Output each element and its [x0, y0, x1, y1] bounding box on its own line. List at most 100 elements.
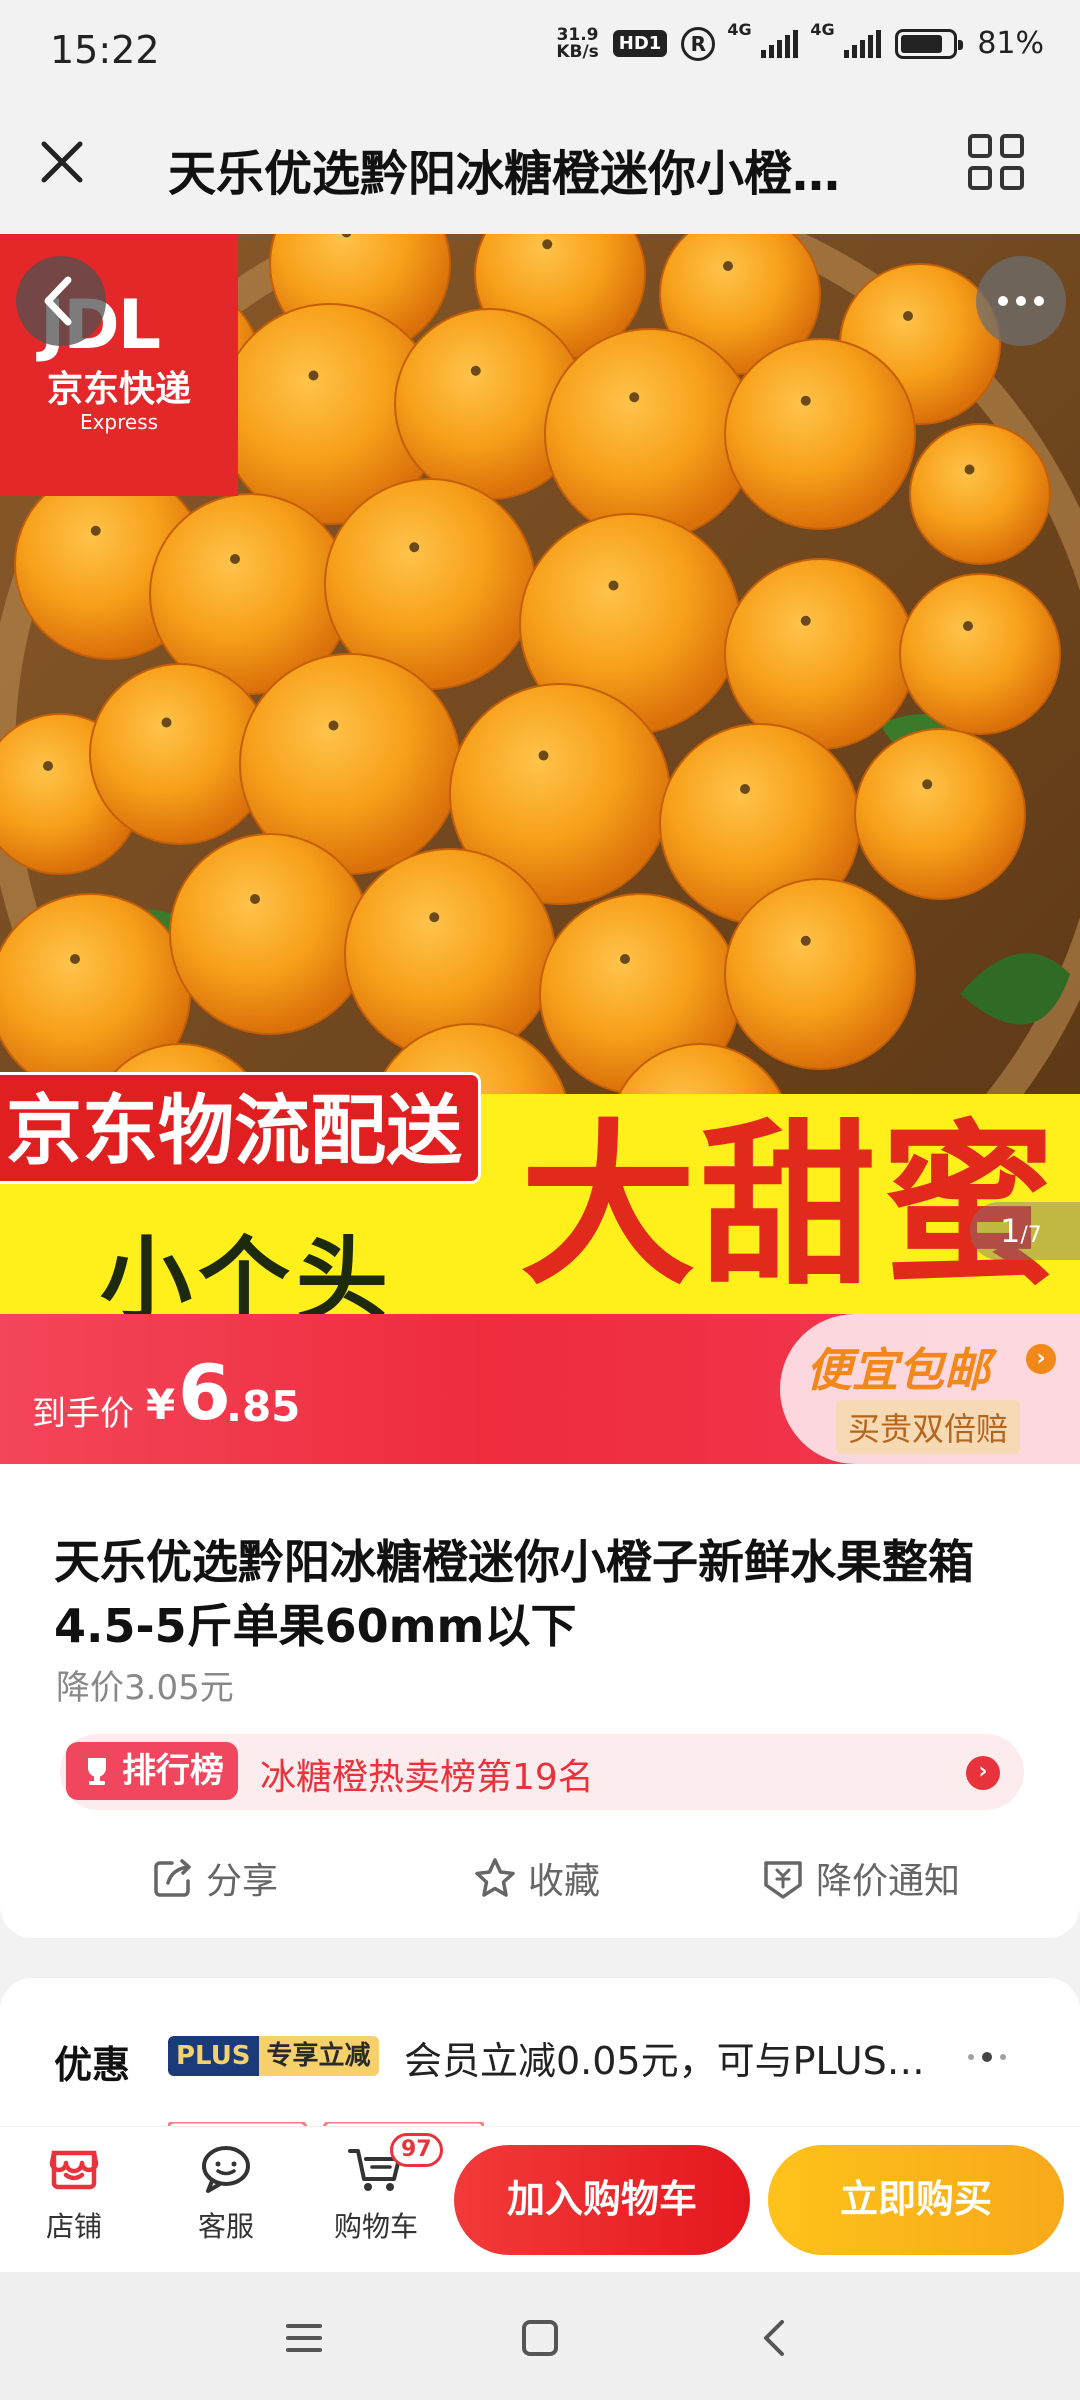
orange-stem [250, 894, 260, 904]
customer-service-label: 客服 [197, 2210, 254, 2243]
network-speed-value: 31.9 [556, 24, 599, 45]
orange-stem [620, 954, 630, 964]
share-button[interactable]: 分享 [150, 1852, 278, 1904]
image-counter-current: 1 [1000, 1212, 1021, 1250]
orange-stem [470, 365, 481, 376]
orange-fruit [544, 328, 756, 540]
orange-stem [922, 779, 933, 790]
orange-stem [740, 784, 750, 794]
store-icon [49, 2150, 99, 2190]
orange-stem [161, 717, 172, 728]
orange-stem [538, 750, 549, 761]
chevron-left-icon [44, 276, 72, 326]
more-options-button[interactable] [976, 256, 1066, 346]
price-alert-label: 降价通知 [816, 1861, 961, 1902]
status-bar: 15:22 31.9 KB/s HD1 R 4G 4G 81% [0, 0, 1080, 100]
customer-service-button[interactable]: 客服 [166, 2139, 286, 2245]
orange-stem [964, 464, 975, 475]
product-title: 天乐优选黔阳冰糖橙迷你小橙子新鲜水果整箱4.5-5斤单果60mm以下 [54, 1535, 974, 1653]
orange-stem [328, 720, 339, 731]
battery-icon [895, 28, 964, 59]
orange-fruit [854, 728, 1026, 900]
title-bar: 天乐优选黔阳冰糖橙迷你小橙子新鲜水果整箱4.5-5斤单果60mm以下 [0, 100, 1080, 234]
add-to-cart-button[interactable]: 加入购物车 [454, 2145, 750, 2255]
banner-logistics-text: 京东物流配送 [0, 1072, 481, 1184]
image-counter: 1/7 [970, 1202, 1080, 1260]
ranking-text: 冰糖橙热卖榜第19名 [260, 1757, 594, 1798]
orange-fruit [169, 833, 371, 1035]
orange-stem [800, 395, 811, 406]
more-dot-icon [998, 296, 1008, 306]
orange-stem [800, 935, 811, 946]
trophy-icon [88, 1758, 106, 1785]
close-icon[interactable] [30, 130, 94, 194]
buy-now-button[interactable]: 立即购买 [768, 2145, 1064, 2255]
orange-stem [90, 525, 101, 536]
signal-label: 4G [727, 19, 752, 39]
share-label: 分享 [206, 1861, 279, 1902]
price-drop-text: 降价3.05元 [56, 1668, 234, 1708]
orange-stem [608, 580, 619, 591]
store-label: 店铺 [45, 2210, 102, 2243]
bottom-action-bar: 店铺 客服 97 购物车 加入购物车 立即购买 [0, 2126, 1080, 2272]
signal-icon: 4G [727, 20, 799, 58]
status-icons: 31.9 KB/s HD1 R 4G 4G 81% [556, 20, 1044, 62]
orange-stem [963, 621, 973, 631]
status-time: 15:22 [50, 28, 160, 72]
orange-stem [723, 261, 733, 271]
price-bar: 到手价 ¥ 6 .85 便宜包邮 › 买贵双倍赔 [0, 1314, 1080, 1464]
price-decimal: .85 [226, 1382, 301, 1431]
free-shipping-promo[interactable]: 便宜包邮 [806, 1334, 990, 1400]
menu-icon[interactable] [274, 2308, 334, 2368]
orange-stem [70, 954, 80, 964]
orange-stem [409, 542, 420, 553]
jdl-badge-en: Express [79, 410, 159, 434]
back-icon[interactable] [746, 2308, 806, 2368]
more-dot-icon [1016, 296, 1026, 306]
promotion-label: 优惠 [54, 2043, 131, 2087]
double-refund-guarantee: 买贵双倍赔 [836, 1400, 1021, 1454]
page-title: 天乐优选黔阳冰糖橙迷你小橙子新鲜水果整箱4.5-5斤单果60mm以下 [168, 146, 888, 202]
plus-discount-tag: 专享立减 [258, 2036, 379, 2076]
signal-label-2: 4G [810, 19, 835, 39]
jdl-badge-cn: 京东快递 [46, 369, 191, 410]
ranking-tag: 排行榜 [66, 1742, 238, 1800]
product-image-carousel[interactable]: JDL 京东快递 Express 京东物流配送 小个头 大甜蜜 1/7 [0, 234, 1080, 1314]
cart-button[interactable]: 97 购物车 [316, 2133, 443, 2245]
product-info-card: 天乐优选黔阳冰糖橙迷你小橙子新鲜水果整箱4.5-5斤单果60mm以下 降价3.0… [0, 1464, 1080, 1938]
currency-symbol: ¥ [146, 1380, 176, 1429]
price-integer: 6 [178, 1348, 231, 1437]
home-icon[interactable] [510, 2308, 570, 2368]
registered-icon: R [681, 26, 716, 61]
plus-tag: PLUS [168, 2036, 259, 2076]
orange-fruit [724, 338, 916, 530]
network-speed: 31.9 KB/s [556, 24, 599, 61]
more-dots-icon[interactable] [968, 2052, 1006, 2062]
grid-menu-icon[interactable] [966, 132, 1026, 192]
more-dot-icon [1034, 296, 1044, 306]
chat-icon [202, 2146, 250, 2193]
chevron-right-icon[interactable]: › [1026, 1344, 1056, 1374]
signal-icon-2: 4G [810, 20, 882, 58]
orange-fruit [724, 558, 916, 750]
price-alert-button[interactable]: 降价通知 [760, 1852, 960, 1904]
orange-stem [230, 554, 240, 564]
price-tag-icon [764, 1861, 802, 1899]
banner-big-text: 大甜蜜 [520, 1104, 1061, 1309]
back-button[interactable] [16, 256, 106, 346]
image-counter-total: /7 [1020, 1223, 1042, 1248]
orange-stem [43, 761, 53, 771]
orange-stem [542, 239, 553, 250]
orange-stem [429, 912, 440, 923]
store-button[interactable]: 店铺 [14, 2139, 134, 2245]
orange-stem [308, 370, 319, 381]
cart-label: 购物车 [333, 2210, 418, 2243]
orange-fruit [899, 573, 1061, 735]
final-price-label: 到手价 [32, 1394, 134, 1434]
chevron-right-icon[interactable]: › [966, 1756, 1000, 1790]
orange-fruit [724, 878, 916, 1070]
ranking-bar[interactable]: 排行榜 冰糖橙热卖榜第19名 › [60, 1734, 1024, 1810]
plus-member-badge: PLUS 专享立减 [168, 2036, 379, 2076]
promotion-description: 会员立减0.05元，可与PLUS会员价叠加使用 [404, 2039, 944, 2083]
favorite-button[interactable]: 收藏 [472, 1852, 600, 1904]
